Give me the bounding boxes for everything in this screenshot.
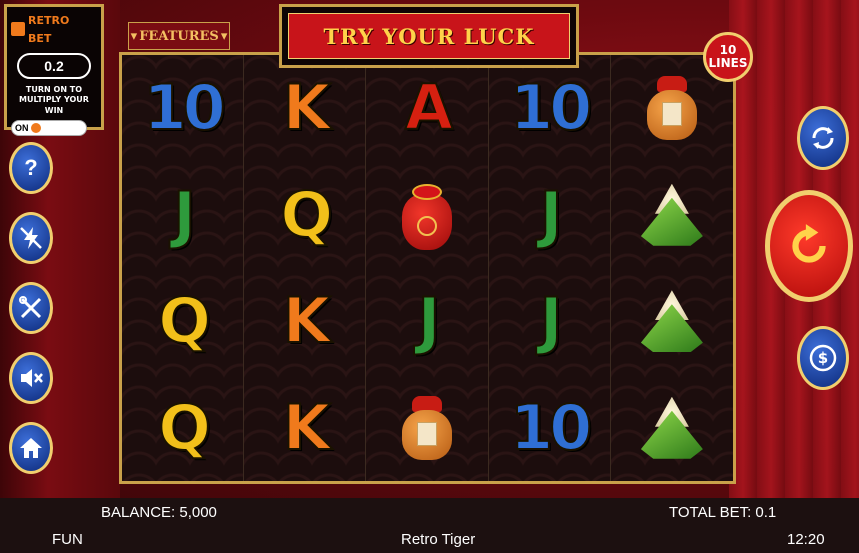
total-bet-text: TOTAL BET: 0.1 bbox=[669, 504, 777, 521]
retro-bet-hint: TURN ON TO MULTIPLY YOUR WIN bbox=[11, 85, 97, 116]
reel-cell: 10 bbox=[489, 55, 610, 162]
reel-1: 10 J Q Q bbox=[122, 55, 245, 482]
coin-value-button[interactable]: $ bbox=[797, 326, 849, 390]
symbol-q: Q bbox=[279, 177, 334, 251]
settings-button[interactable] bbox=[9, 282, 53, 334]
symbol-a: A bbox=[404, 71, 454, 145]
retro-bet-value[interactable]: 0.2 bbox=[17, 53, 91, 79]
features-button[interactable]: ▾ FEATURES ▾ bbox=[128, 22, 230, 50]
rice-dumpling-icon bbox=[637, 286, 707, 356]
symbol-10: 10 bbox=[142, 71, 226, 145]
turbo-button[interactable] bbox=[9, 212, 53, 264]
home-button[interactable] bbox=[9, 422, 53, 474]
title-banner: TRY YOUR LUCK bbox=[279, 4, 579, 68]
autoplay-icon bbox=[812, 127, 834, 149]
retro-bet-logo-icon bbox=[11, 22, 25, 36]
symbol-j: J bbox=[172, 177, 197, 251]
reel-3: AJ bbox=[366, 55, 489, 482]
reel-cell: Q bbox=[244, 162, 365, 269]
settings-tools-icon bbox=[19, 296, 42, 319]
lines-label: LINES bbox=[708, 56, 748, 70]
chevron-down-icon: ▾ bbox=[220, 28, 228, 44]
symbol-q: Q bbox=[157, 390, 212, 464]
rice-dumpling-icon bbox=[637, 180, 707, 250]
reel-cell: J bbox=[122, 162, 243, 269]
retro-bet-panel: RETRO BET 0.2 TURN ON TO MULTIPLY YOUR W… bbox=[4, 4, 104, 137]
home-icon bbox=[20, 438, 42, 458]
reel-cell: J bbox=[489, 268, 610, 375]
chevron-down-icon: ▾ bbox=[130, 28, 138, 44]
turbo-off-icon bbox=[20, 227, 42, 249]
symbol-q: Q bbox=[157, 284, 212, 358]
toggle-knob-icon bbox=[30, 123, 41, 134]
spin-button[interactable] bbox=[765, 190, 853, 302]
reel-5 bbox=[610, 55, 733, 482]
reel-cell: J bbox=[489, 162, 610, 269]
game-name-text: Retro Tiger bbox=[401, 531, 476, 548]
sound-mute-icon bbox=[21, 369, 43, 387]
autoplay-button[interactable] bbox=[797, 106, 849, 170]
title-banner-inner: TRY YOUR LUCK bbox=[288, 13, 570, 59]
game-stage: RETRO BET 0.2 TURN ON TO MULTIPLY YOUR W… bbox=[0, 0, 859, 498]
retro-bet-logo-text-2: BET bbox=[28, 32, 52, 45]
help-button[interactable]: ? bbox=[9, 142, 53, 194]
reel-cell bbox=[611, 162, 733, 269]
clock-text: 12:20 bbox=[787, 531, 825, 548]
reel-4: 10 J J 10 bbox=[488, 55, 611, 482]
reel-cell bbox=[611, 375, 733, 482]
reel-cell bbox=[366, 162, 487, 269]
reel-cell bbox=[611, 268, 733, 375]
wine-jar-icon bbox=[645, 76, 699, 141]
symbol-k: K bbox=[282, 71, 332, 145]
reel-cell: Q bbox=[122, 375, 243, 482]
rice-dumpling-icon bbox=[637, 393, 707, 463]
reel-cell: 10 bbox=[489, 375, 610, 482]
retro-bet-hint-line-2: MULTIPLY YOUR WIN bbox=[19, 95, 89, 115]
retro-bet-logo: RETRO BET bbox=[11, 11, 97, 47]
spin-icon bbox=[792, 224, 826, 263]
symbol-j: J bbox=[539, 177, 564, 251]
help-icon: ? bbox=[24, 155, 38, 180]
retro-bet-toggle-label: ON bbox=[15, 123, 29, 134]
reel-grid: 10 J Q Q K Q K K A J 10 J J 10 bbox=[119, 52, 736, 484]
svg-text:$: $ bbox=[818, 349, 828, 367]
retro-bet-toggle[interactable]: ON bbox=[11, 120, 87, 137]
symbol-10: 10 bbox=[509, 71, 593, 145]
title-text: TRY YOUR LUCK bbox=[323, 23, 535, 49]
mode-text: FUN bbox=[52, 531, 83, 548]
bottom-status-bar: BALANCE: 5,000 TOTAL BET: 0.1 FUN Retro … bbox=[0, 498, 859, 553]
reel-cell: J bbox=[366, 268, 487, 375]
reel-cell: K bbox=[244, 375, 365, 482]
wine-jar-icon bbox=[400, 395, 454, 460]
reel-cell: Q bbox=[122, 268, 243, 375]
symbol-k: K bbox=[282, 390, 332, 464]
reel-cell: K bbox=[244, 268, 365, 375]
retro-bet-logo-text-1: RETRO bbox=[28, 14, 70, 27]
reel-cell: K bbox=[244, 55, 365, 162]
symbol-k: K bbox=[282, 284, 332, 358]
reel-2: KQKK bbox=[244, 55, 367, 482]
reel-cell: 10 bbox=[122, 55, 243, 162]
lines-badge: 10 LINES bbox=[703, 32, 753, 82]
symbol-j: J bbox=[539, 284, 564, 358]
coin-value-icon: $ bbox=[809, 344, 837, 372]
balance-text: BALANCE: 5,000 bbox=[101, 504, 217, 521]
symbol-10: 10 bbox=[509, 390, 593, 464]
symbol-j: J bbox=[416, 284, 441, 358]
reel-cell bbox=[366, 375, 487, 482]
reel-cell: A bbox=[366, 55, 487, 162]
red-bag-icon bbox=[398, 180, 456, 250]
features-label: FEATURES bbox=[139, 28, 219, 44]
retro-bet-hint-line-1: TURN ON TO bbox=[25, 85, 83, 94]
sound-button[interactable] bbox=[9, 352, 53, 404]
